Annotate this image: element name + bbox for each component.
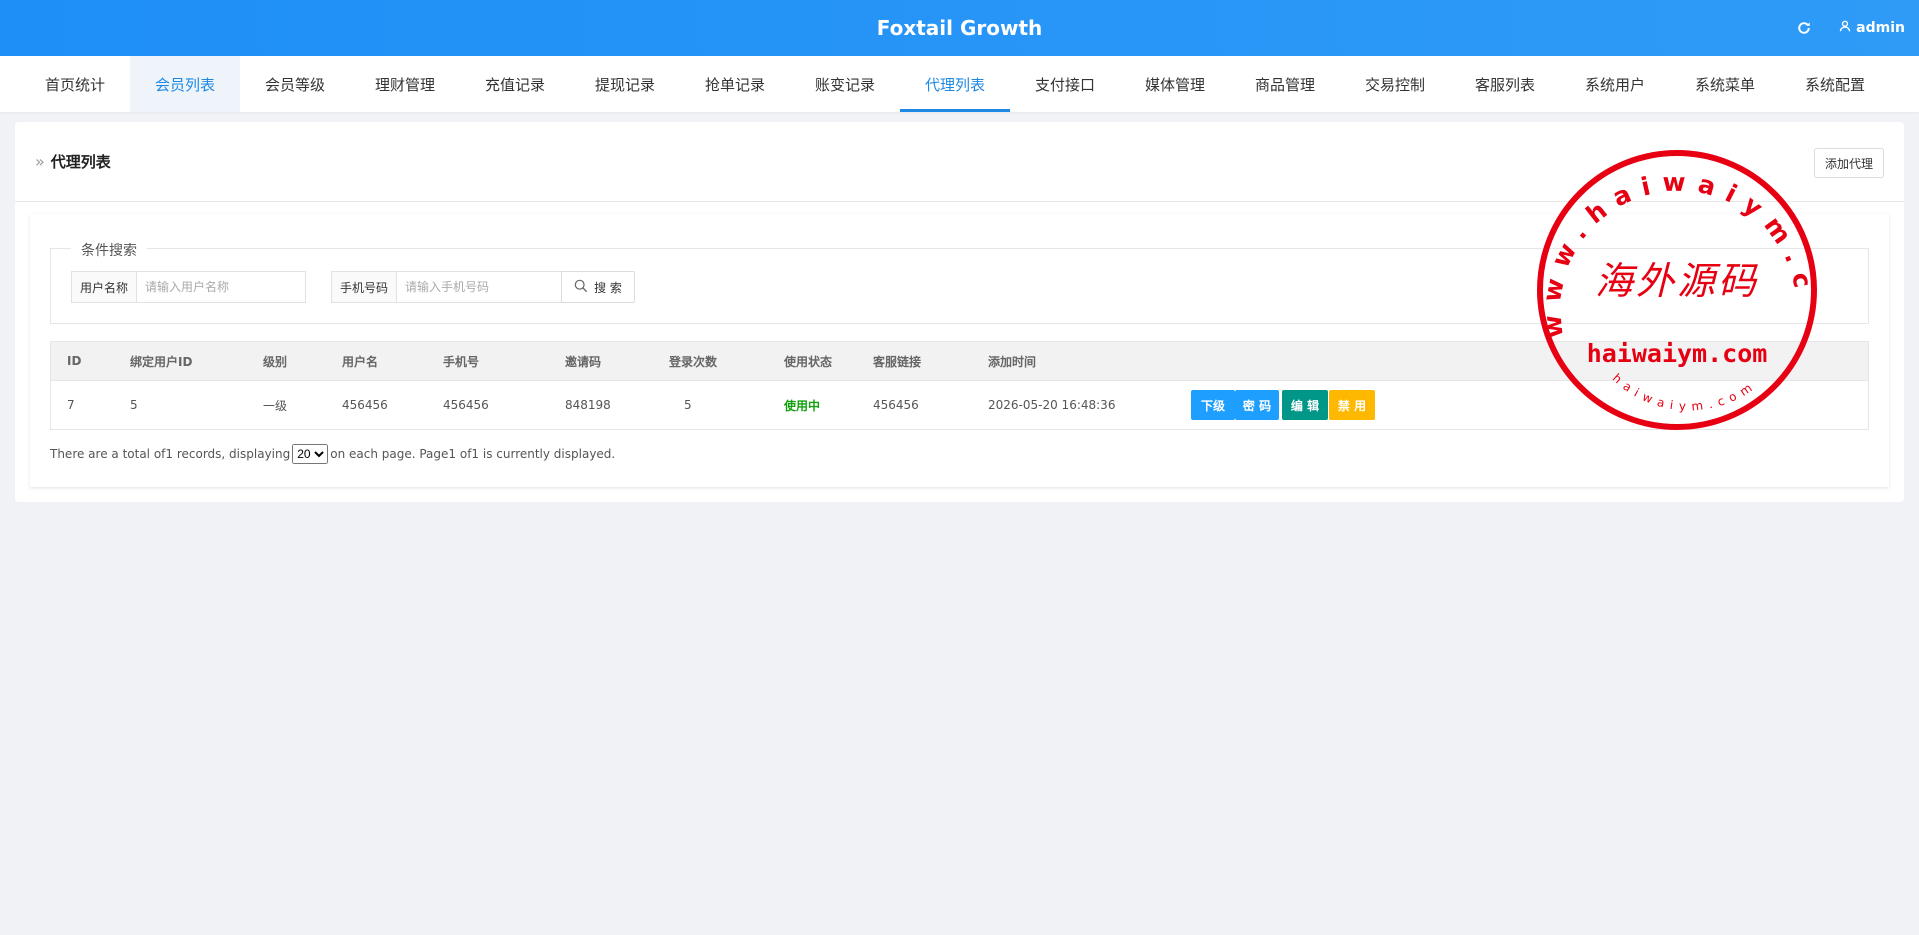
column-header: 手机号 [443, 354, 480, 369]
nav-item-8[interactable]: 代理列表 [900, 56, 1010, 112]
phone-label: 手机号码 [332, 272, 397, 302]
top-bar-actions: admin [1797, 0, 1905, 56]
username-input[interactable] [137, 272, 305, 302]
top-bar: Foxtail Growth admin [0, 0, 1919, 56]
double-chevron-icon: » [35, 152, 45, 171]
column-header: 使用状态 [784, 354, 833, 369]
stamp-ring-text: www.haiwaiym.com [1534, 147, 1820, 340]
cell-login-count: 5 [684, 398, 692, 412]
subordinate-button[interactable]: 下级 [1191, 390, 1235, 420]
column-header: 登录次数 [669, 354, 718, 369]
pagination-info: There are a total of1 records, displayin… [50, 444, 615, 464]
search-icon [574, 279, 588, 296]
search-button[interactable]: 搜 索 [561, 271, 635, 303]
user-icon [1839, 20, 1851, 36]
username-search-group: 用户名称 [71, 271, 306, 303]
column-header: 级别 [263, 354, 288, 369]
search-button-label: 搜 索 [594, 280, 622, 295]
password-button[interactable]: 密 码 [1235, 390, 1279, 420]
search-legend: 条件搜索 [71, 240, 147, 260]
nav-item-14[interactable]: 系统用户 [1560, 56, 1670, 112]
nav-item-7[interactable]: 账变记录 [790, 56, 900, 112]
disable-button[interactable]: 禁 用 [1329, 390, 1375, 420]
cell-id: 7 [67, 398, 75, 412]
pager-prefix: There are a total of1 records, displayin… [50, 447, 291, 461]
column-header: 绑定用户ID [130, 354, 193, 369]
nav-item-0[interactable]: 首页统计 [20, 56, 130, 112]
username-label: 用户名称 [72, 272, 137, 302]
nav-item-3[interactable]: 理财管理 [350, 56, 460, 112]
main-nav: 首页统计 会员列表 会员等级 理财管理 充值记录 提现记录 抢单记录 账变记录 代理列表 支付接口… [0, 56, 1919, 112]
cell-added-time: 2026-05-20 16:48:36 [988, 398, 1116, 412]
phone-input[interactable] [397, 272, 565, 302]
cell-level: 一级 [263, 398, 288, 413]
page-title: 代理列表 [50, 153, 111, 171]
app-title: Foxtail Growth [876, 16, 1043, 40]
nav-item-16[interactable]: 系统配置 [1780, 56, 1890, 112]
cell-invite-code: 848198 [565, 398, 611, 412]
nav-item-12[interactable]: 交易控制 [1340, 56, 1450, 112]
nav-item-6[interactable]: 抢单记录 [680, 56, 790, 112]
nav-item-2[interactable]: 会员等级 [240, 56, 350, 112]
column-header: ID [67, 354, 82, 368]
column-header: 用户名 [342, 354, 379, 369]
refresh-icon[interactable] [1797, 21, 1811, 35]
cell-phone: 456456 [443, 398, 489, 412]
edit-button[interactable]: 编 辑 [1282, 390, 1328, 420]
cell-service-link: 456456 [873, 398, 919, 412]
column-header: 客服链接 [873, 354, 922, 369]
column-header: 添加时间 [988, 354, 1037, 369]
pager-suffix: on each page. Page1 of1 is currently dis… [330, 447, 616, 461]
per-page-select[interactable]: 20 [292, 444, 329, 464]
stamp-bottom-text: haiwaiym.com [1587, 339, 1768, 368]
stamp-small-text: haiwaiym.com [1610, 371, 1760, 414]
cell-username: 456456 [342, 398, 388, 412]
phone-search-group: 手机号码 [331, 271, 566, 303]
watermark-stamp: www.haiwaiym.com 海外源码 haiwaiym.com haiwa… [1534, 147, 1820, 430]
nav-item-5[interactable]: 提现记录 [570, 56, 680, 112]
nav-item-15[interactable]: 系统菜单 [1670, 56, 1780, 112]
nav-item-10[interactable]: 媒体管理 [1120, 56, 1230, 112]
nav-item-1[interactable]: 会员列表 [130, 56, 240, 112]
user-menu[interactable]: admin [1839, 20, 1905, 36]
nav-item-9[interactable]: 支付接口 [1010, 56, 1120, 112]
cell-status: 使用中 [784, 398, 821, 413]
add-agent-button[interactable]: 添加代理 [1814, 148, 1884, 178]
cell-bind-user-id: 5 [130, 398, 138, 412]
nav-item-4[interactable]: 充值记录 [460, 56, 570, 112]
column-header: 邀请码 [565, 354, 602, 369]
nav-item-11[interactable]: 商品管理 [1230, 56, 1340, 112]
user-name: admin [1856, 20, 1905, 36]
nav-item-13[interactable]: 客服列表 [1450, 56, 1560, 112]
stamp-center-text: 海外源码 [1595, 259, 1759, 303]
